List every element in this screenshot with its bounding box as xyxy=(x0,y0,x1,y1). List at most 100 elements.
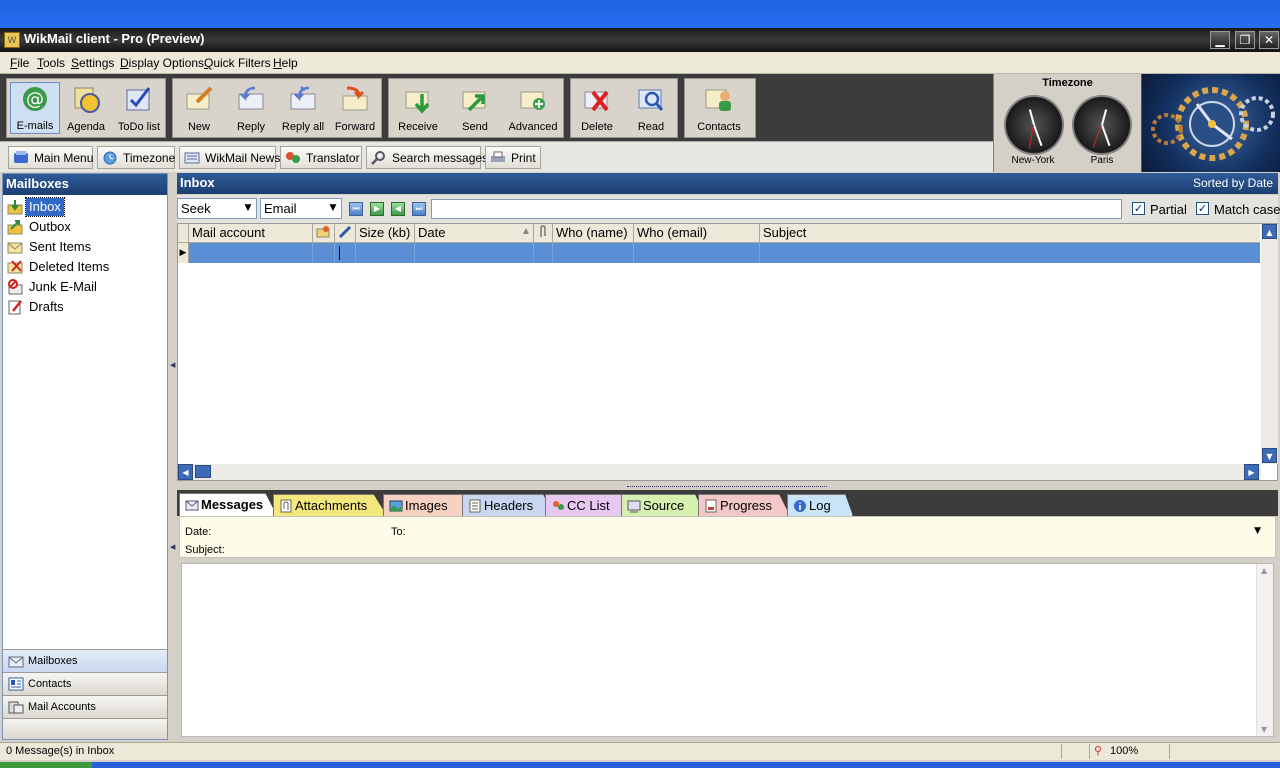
match-case-checkbox[interactable]: ✓ Match case xyxy=(1196,201,1280,217)
restore-button[interactable]: ❐ xyxy=(1235,31,1255,49)
chevron-down-icon[interactable]: ▼ xyxy=(325,199,341,218)
nav-mailboxes-button[interactable]: Mailboxes xyxy=(3,649,167,672)
emails-button[interactable]: @ E-mails xyxy=(10,82,60,134)
close-button[interactable]: ✕ xyxy=(1259,31,1279,49)
search-messages-button[interactable]: Search messages xyxy=(366,146,488,169)
tab-headers[interactable]: Headers xyxy=(462,494,554,516)
wikmail-news-button[interactable]: WikMail News xyxy=(179,146,280,169)
printer-icon xyxy=(491,151,505,162)
column-date[interactable]: Date ▲ xyxy=(415,224,534,242)
agenda-icon xyxy=(74,87,100,113)
vertical-splitter[interactable]: ◀ ◀ xyxy=(168,173,176,740)
partial-checkbox[interactable]: ✓ Partial xyxy=(1132,201,1202,217)
tab-messages[interactable]: Messages xyxy=(179,493,277,516)
new-button[interactable]: New xyxy=(175,82,223,134)
column-mail-account[interactable]: Mail account xyxy=(189,224,313,242)
title-bar[interactable]: W WikMail client - Pro (Preview) ▁ ❐ ✕ xyxy=(0,28,1280,52)
receive-button[interactable]: Receive xyxy=(392,82,444,134)
menu-tools[interactable]: Tools xyxy=(37,56,65,70)
grid-horizontal-scrollbar[interactable]: ◀ ▶ xyxy=(178,464,1261,480)
menu-quick-filters[interactable]: Quick Filters xyxy=(204,56,271,70)
print-button[interactable]: Print xyxy=(485,146,541,169)
reply-all-icon xyxy=(290,86,316,110)
table-cell xyxy=(634,243,760,263)
nav-mail-accounts-button[interactable]: Mail Accounts xyxy=(3,695,167,718)
first-record-icon[interactable]: ⏮ xyxy=(349,202,363,216)
scroll-up-icon[interactable]: ▲ xyxy=(1262,224,1277,239)
collapse-left-icon[interactable]: ◀ xyxy=(170,543,175,553)
translator-icon xyxy=(286,152,300,163)
play-icon[interactable]: ▶ xyxy=(370,202,384,216)
scroll-left-icon[interactable]: ◀ xyxy=(178,464,193,480)
seek-field-select[interactable]: Email ▼ xyxy=(260,198,342,219)
chevron-down-icon[interactable]: ▼ xyxy=(1254,526,1261,536)
menu-file[interactable]: File xyxy=(10,56,29,70)
last-record-icon[interactable]: ⏭ xyxy=(412,202,426,216)
to-label: To: xyxy=(391,526,406,538)
tab-progress[interactable]: Progress xyxy=(698,494,790,516)
agenda-button[interactable]: Agenda xyxy=(61,82,111,134)
collapse-left-icon[interactable]: ◀ xyxy=(170,361,175,371)
nav-empty-slot xyxy=(3,718,167,739)
contacts-button[interactable]: Contacts xyxy=(688,82,750,134)
reply-icon xyxy=(238,86,264,110)
horizontal-splitter[interactable] xyxy=(177,481,1278,489)
timezone-button[interactable]: Timezone xyxy=(97,146,175,169)
translator-button[interactable]: Translator xyxy=(280,146,362,169)
column-who-email[interactable]: Who (email) xyxy=(634,224,760,242)
chevron-down-icon[interactable]: ▼ xyxy=(240,199,256,218)
message-body-viewer[interactable]: ▲ ▼ xyxy=(181,563,1274,737)
subject-label: Subject: xyxy=(185,544,225,556)
column-priority[interactable] xyxy=(335,224,356,242)
seek-mode-select[interactable]: Seek ▼ xyxy=(177,198,257,219)
grid-vertical-scrollbar[interactable]: ▲ ▼ xyxy=(1261,224,1278,464)
check-icon: ✓ xyxy=(1132,202,1145,215)
todo-list-button[interactable]: ToDo list xyxy=(113,82,165,134)
scroll-down-icon[interactable]: ▼ xyxy=(1261,725,1267,734)
seek-search-input[interactable] xyxy=(431,199,1122,219)
tab-cc-list[interactable]: CC List xyxy=(545,494,633,516)
column-attachment[interactable] xyxy=(534,224,553,242)
menu-help[interactable]: Help xyxy=(273,56,298,70)
reply-button[interactable]: Reply xyxy=(227,82,275,134)
column-who-name[interactable]: Who (name) xyxy=(553,224,634,242)
tab-source[interactable]: Source xyxy=(621,494,705,516)
messages-grid: Mail account Size (kb) Date ▲ Who (name)… xyxy=(177,223,1278,481)
column-subject[interactable]: Subject xyxy=(760,224,1260,242)
scroll-right-icon[interactable]: ▶ xyxy=(1244,464,1259,480)
previous-record-icon[interactable]: ◀ xyxy=(391,202,405,216)
start-button[interactable] xyxy=(0,762,92,768)
zoom-indicator[interactable]: ⚲ 100% xyxy=(1089,744,1169,759)
clock-label-new-york: New-York xyxy=(1011,155,1055,166)
svg-text:@: @ xyxy=(26,89,44,110)
reply-all-button[interactable]: Reply all xyxy=(278,82,328,134)
new-message-icon xyxy=(186,86,213,110)
tab-log[interactable]: Log xyxy=(787,494,853,516)
toolbar-group-compose: New Reply Reply all Forward xyxy=(172,78,382,138)
scroll-down-icon[interactable]: ▼ xyxy=(1262,448,1277,463)
delete-icon xyxy=(584,90,609,112)
column-status[interactable] xyxy=(313,224,335,242)
nav-contacts-button[interactable]: Contacts xyxy=(3,672,167,695)
menu-settings[interactable]: Settings xyxy=(71,56,114,70)
contacts-card-icon xyxy=(8,677,24,691)
scroll-up-icon[interactable]: ▲ xyxy=(1261,566,1267,575)
junk-email-icon xyxy=(8,279,23,295)
forward-button[interactable]: Forward xyxy=(330,82,380,134)
delete-button[interactable]: Delete xyxy=(573,82,621,134)
read-button[interactable]: Read xyxy=(627,82,675,134)
message-body-scrollbar[interactable]: ▲ ▼ xyxy=(1256,564,1273,736)
advanced-button[interactable]: Advanced xyxy=(505,82,561,134)
timezone-title: Timezone xyxy=(1042,77,1093,89)
table-row[interactable]: ▶ xyxy=(178,243,1260,263)
scroll-thumb[interactable] xyxy=(195,465,211,478)
menu-display-options[interactable]: Display Options xyxy=(120,56,204,70)
column-size[interactable]: Size (kb) xyxy=(356,224,415,242)
tab-images[interactable]: Images xyxy=(383,494,473,516)
main-menu-button[interactable]: Main Menu xyxy=(8,146,93,169)
minimize-button[interactable]: ▁ xyxy=(1210,31,1230,49)
table-cell xyxy=(335,243,356,263)
send-button[interactable]: Send xyxy=(449,82,501,134)
status-panel xyxy=(1169,744,1279,759)
tab-attachments[interactable]: Attachments xyxy=(273,494,387,516)
